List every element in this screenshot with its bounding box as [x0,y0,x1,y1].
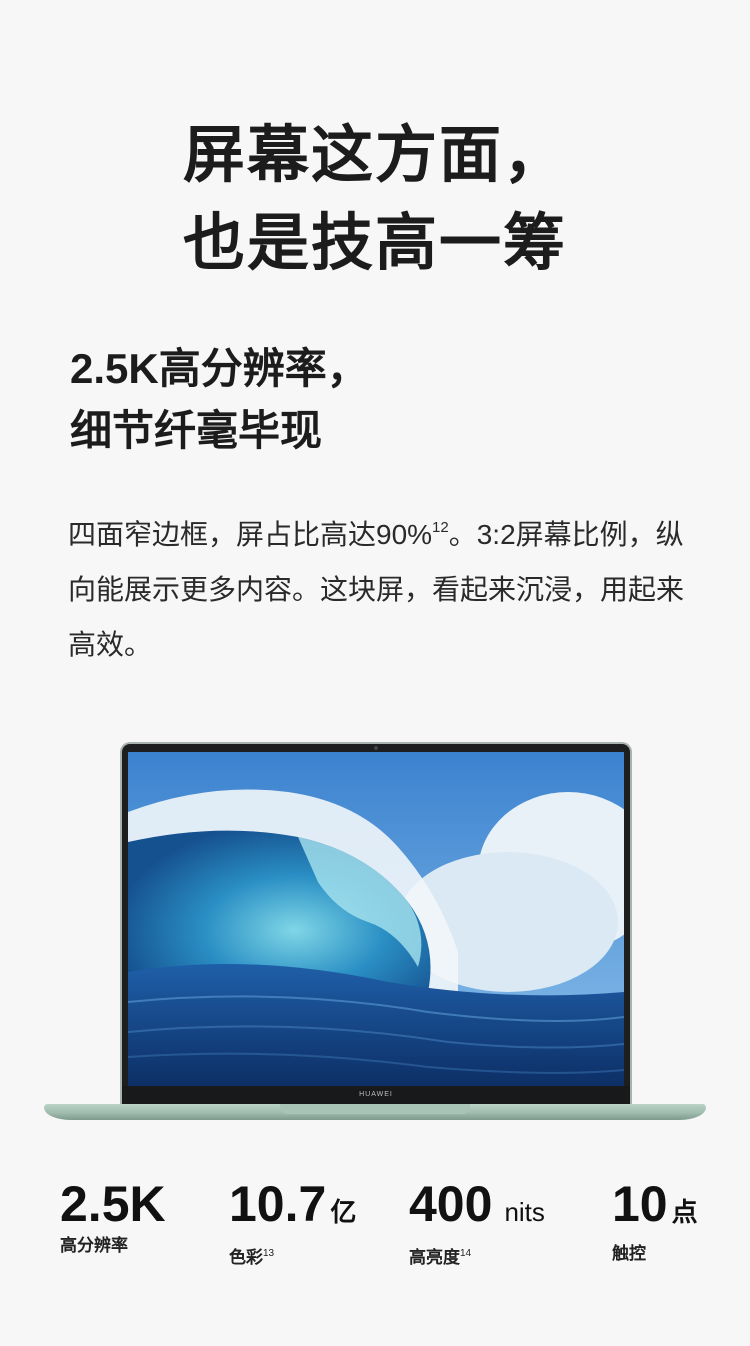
stat-label: 触控 [612,1244,646,1263]
description-paragraph: 四面窄边框，屏占比高达90%12。3:2屏幕比例，纵向能展示更多内容。这块屏，看… [68,500,688,672]
stat-unit: nits [504,1197,545,1227]
laptop-bezel-bottom: HUAWEI [122,1086,630,1106]
stat-number: 10 [612,1176,668,1232]
stat-colors: 10.7 亿 色彩13 [229,1176,356,1272]
stat-brightness: 400 nits 高亮度14 [409,1176,545,1272]
headline-line-1: 屏幕这方面， [182,121,567,190]
stat-value: 10.7 亿 [229,1176,356,1240]
subheading: 2.5K高分辨率， 细节纤毫毕现 [70,338,369,462]
stat-resolution: 2.5K 高分辨率 [60,1176,166,1260]
subheading-line-1: 2.5K高分辨率， [70,345,369,392]
webcam-dot [374,746,378,750]
headline-line-2: 也是技高一筹 [182,209,567,278]
subheading-line-2: 细节纤毫毕现 [70,407,323,454]
description-text-1: 四面窄边框，屏占比高达90% [68,519,433,550]
stat-number: 400 [409,1176,493,1232]
footnote-marker: 13 [263,1248,275,1259]
stat-unit: 点 [671,1197,698,1227]
stat-label: 高分辨率 [60,1236,128,1255]
laptop-illustration: HUAWEI [40,738,710,1128]
footnote-marker: 12 [432,519,449,536]
stat-touch: 10 点 触控 [612,1176,698,1268]
headline: 屏幕这方面， 也是技高一筹 [0,112,750,288]
laptop-opening-notch [280,1104,470,1114]
stat-value: 400 nits [409,1176,545,1240]
stat-label-text: 色彩 [229,1248,263,1267]
stat-value: 2.5K [60,1176,166,1232]
stat-label: 高亮度14 [409,1240,545,1272]
ocean-wave-image [128,752,624,1086]
stat-label: 色彩13 [229,1240,356,1272]
stat-number: 2.5K [60,1176,166,1232]
stat-value: 10 点 [612,1176,698,1240]
stat-number: 10.7 [229,1176,327,1232]
brand-logo-text: HUAWEI [359,1091,393,1098]
footnote-marker: 14 [460,1248,472,1259]
stat-label-text: 高亮度 [409,1248,460,1267]
stat-unit: 亿 [330,1197,357,1227]
